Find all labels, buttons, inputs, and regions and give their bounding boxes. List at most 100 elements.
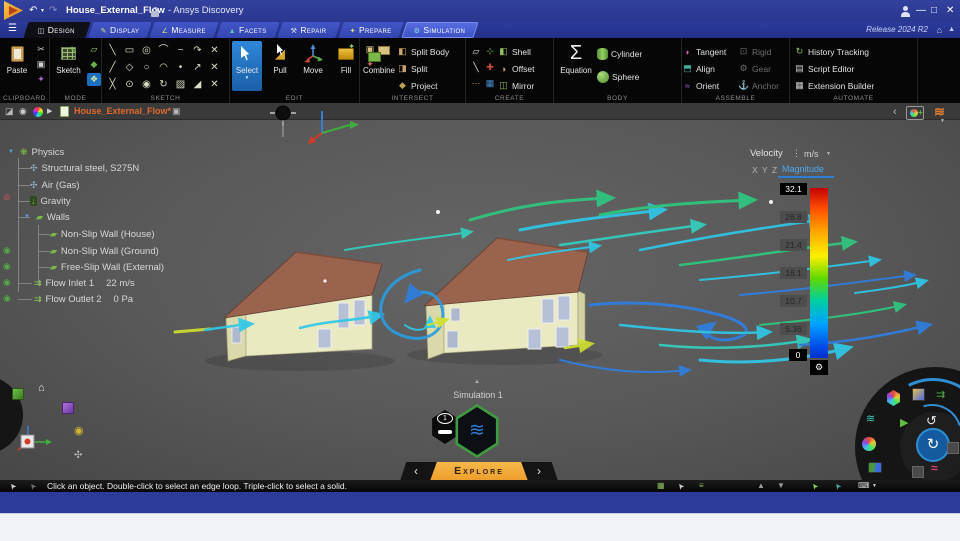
split-button[interactable]: ◨ Split (397, 61, 449, 76)
undo-icon[interactable]: ↶ (29, 0, 37, 22)
sketch-circle-icon[interactable]: ◎ (138, 42, 155, 59)
home-icon[interactable]: ⌂ (937, 25, 942, 35)
expand-icon[interactable]: ▼ (24, 214, 32, 220)
tab-measure[interactable]: ∠ Measure (149, 22, 219, 38)
explore-mode-button[interactable]: Explore (430, 462, 528, 481)
wall-external-marker-icon[interactable]: ◉ (3, 261, 11, 271)
close-button[interactable]: ✕ (946, 0, 954, 22)
sketch-sweep-arc-icon[interactable]: ↷ (189, 42, 206, 59)
extension-builder-button[interactable]: ▦ Extension Builder (794, 78, 874, 93)
copy-icon[interactable]: ▣ (34, 58, 48, 71)
tab-design[interactable]: ◫ Design (23, 22, 91, 38)
sketch-fill-icon[interactable]: ▨ (172, 76, 189, 93)
sketch-line-icon[interactable]: ╲ (104, 42, 121, 59)
anchor-button[interactable]: ⚓ Anchor (738, 78, 784, 93)
tree-item-wall-external[interactable]: ▰ Free-Slip Wall (External) (49, 260, 164, 274)
legend-axis-z[interactable]: Z (772, 165, 777, 175)
plan-view-icon[interactable]: ▱ (87, 43, 101, 56)
legend-axis-x[interactable]: X (752, 165, 758, 175)
sketch-trim-away-icon[interactable]: ✕ (206, 59, 223, 76)
next-selection-icon[interactable]: ➤ (809, 480, 823, 492)
sketch-chamfer-icon[interactable]: ◢ (189, 76, 206, 93)
offset-button[interactable]: ◑ Offset (498, 61, 535, 76)
radial-gray-cube2-icon[interactable] (912, 466, 924, 478)
sketch-offset-curve-icon[interactable]: ⊙ (121, 76, 138, 93)
undo-dropdown-icon[interactable]: ▼ (40, 0, 45, 22)
tree-item-flow-inlet[interactable]: ⇉ Flow Inlet 1 22 m/s (34, 276, 135, 290)
sketch-ellipse-icon[interactable]: ○ (138, 59, 155, 76)
radial-map-icon[interactable] (868, 462, 882, 473)
history-tracking-button[interactable]: ↻ History Tracking (794, 44, 874, 59)
legend-component[interactable]: Magnitude (782, 164, 824, 174)
create-curve-icon[interactable]: ⋯ (469, 75, 483, 91)
tree-item-physics[interactable]: ▼ ❋ Physics (8, 145, 64, 159)
account-icon[interactable] (903, 6, 908, 11)
sketch-tangent-arc-icon[interactable]: ◠ (155, 59, 172, 76)
rigid-button[interactable]: ⊡ Rigid (738, 44, 784, 59)
sketch-construction-line-icon[interactable]: ╱ (104, 59, 121, 76)
shell-button[interactable]: ◧ Shell (498, 44, 535, 59)
tab-prepare[interactable]: ✦ Prepare (338, 22, 404, 38)
flow-inlet-marker-icon[interactable]: ◉ (3, 277, 11, 287)
tree-item-material-air[interactable]: ✣ Air (Gas) (30, 178, 80, 192)
tab-display[interactable]: ✎ Display (88, 22, 152, 38)
stage-prev-icon[interactable]: ‹ (414, 462, 418, 481)
fill-button[interactable]: ✦ Fill (331, 41, 361, 91)
tangent-button[interactable]: ◗ Tangent (682, 44, 738, 59)
add-display-icon[interactable]: + (906, 106, 924, 120)
monitor-dropdown-icon[interactable]: ▼ (940, 118, 945, 124)
radial-undo-icon[interactable]: ↺ (926, 413, 937, 429)
keyboard-shortcuts-icon[interactable]: ⌨ (858, 480, 870, 492)
wall-ground-marker-icon[interactable]: ◉ (3, 245, 11, 255)
equation-button[interactable]: Σ Equation (556, 41, 596, 91)
cut-icon[interactable]: ✂ (34, 43, 48, 56)
sketch-spline-icon[interactable]: ~ (172, 42, 189, 59)
view-cube-triad[interactable] (8, 420, 52, 464)
tree-item-gravity[interactable]: ↓ Gravity (30, 194, 71, 208)
house-2[interactable] (422, 237, 589, 360)
keyboard-dropdown-icon[interactable]: ▼ (872, 480, 877, 492)
pull-button[interactable]: ◢ Pull (265, 41, 295, 91)
collapse-minus-icon[interactable] (438, 430, 452, 434)
expand-icon[interactable]: ▼ (8, 149, 16, 155)
orient-button[interactable]: ≈ Orient (682, 78, 738, 93)
radial-move-icon[interactable]: ✣ (74, 450, 82, 461)
tab-repair[interactable]: ⚒ Repair (277, 22, 341, 38)
combine-button[interactable]: Combine (362, 41, 396, 91)
radial-chart-icon[interactable]: ≈ (931, 461, 938, 475)
script-editor-button[interactable]: ▤ Script Editor (794, 61, 874, 76)
paste-button[interactable]: Paste (2, 41, 32, 91)
gravity-suppressed-icon[interactable]: ⊘ (3, 192, 11, 202)
previous-selection-icon[interactable]: ➤ (832, 480, 846, 492)
cylinder-button[interactable]: Cylinder (597, 46, 642, 61)
legend-menu-icon[interactable]: ⋮ (792, 148, 801, 159)
sun-compass-icon[interactable] (270, 105, 296, 137)
selection-filter-icon[interactable]: ≡ (699, 480, 704, 492)
sketch-mirror-line-icon[interactable]: ╳ (104, 76, 121, 93)
collapse-ribbon-icon[interactable]: ▲ (948, 26, 955, 33)
format-paint-icon[interactable]: ✦ (34, 73, 48, 86)
radial-power-button[interactable]: ↻ (916, 428, 950, 462)
split-body-button[interactable]: ◧ Split Body (397, 44, 449, 59)
legend-settings-gear-icon[interactable]: ⚙ (810, 360, 828, 375)
tree-item-wall-ground[interactable]: ▰ Non-Slip Wall (Ground) (49, 244, 159, 258)
sketch-arc-icon[interactable]: ⌒ (155, 42, 172, 59)
project-button[interactable]: ◆ Project (397, 78, 449, 93)
stage-expand-icon[interactable]: ▲ (474, 379, 480, 385)
radial-streamlines-icon[interactable]: ≋ (866, 412, 875, 425)
tree-item-material-steel[interactable]: ✣ Structural steel, S275N (30, 161, 139, 175)
tree-item-walls[interactable]: ▼ ▰ Walls (24, 210, 70, 224)
radial-home-icon[interactable]: ⌂ (38, 382, 45, 394)
radial-purple-box-icon[interactable] (62, 402, 74, 414)
radial-settings-icon[interactable]: ◉ (74, 424, 84, 437)
create-pattern-icon[interactable]: ▦ (483, 75, 497, 91)
radial-mesh-sphere-icon[interactable] (862, 437, 876, 451)
sketch-polygon-icon[interactable]: ◇ (121, 59, 138, 76)
sketch-concentric-icon[interactable]: ◉ (138, 76, 155, 93)
sketch-project-icon[interactable]: ↗ (189, 59, 206, 76)
align-button[interactable]: ⬒ Align (682, 61, 738, 76)
select-dropdown-icon[interactable]: ▼ (245, 75, 249, 80)
panel-chevron-left-icon[interactable]: ‹ (893, 106, 897, 118)
sketch-rotate-icon[interactable]: ↻ (155, 76, 172, 93)
radial-arrows-icon[interactable]: ⇉ (936, 388, 945, 401)
